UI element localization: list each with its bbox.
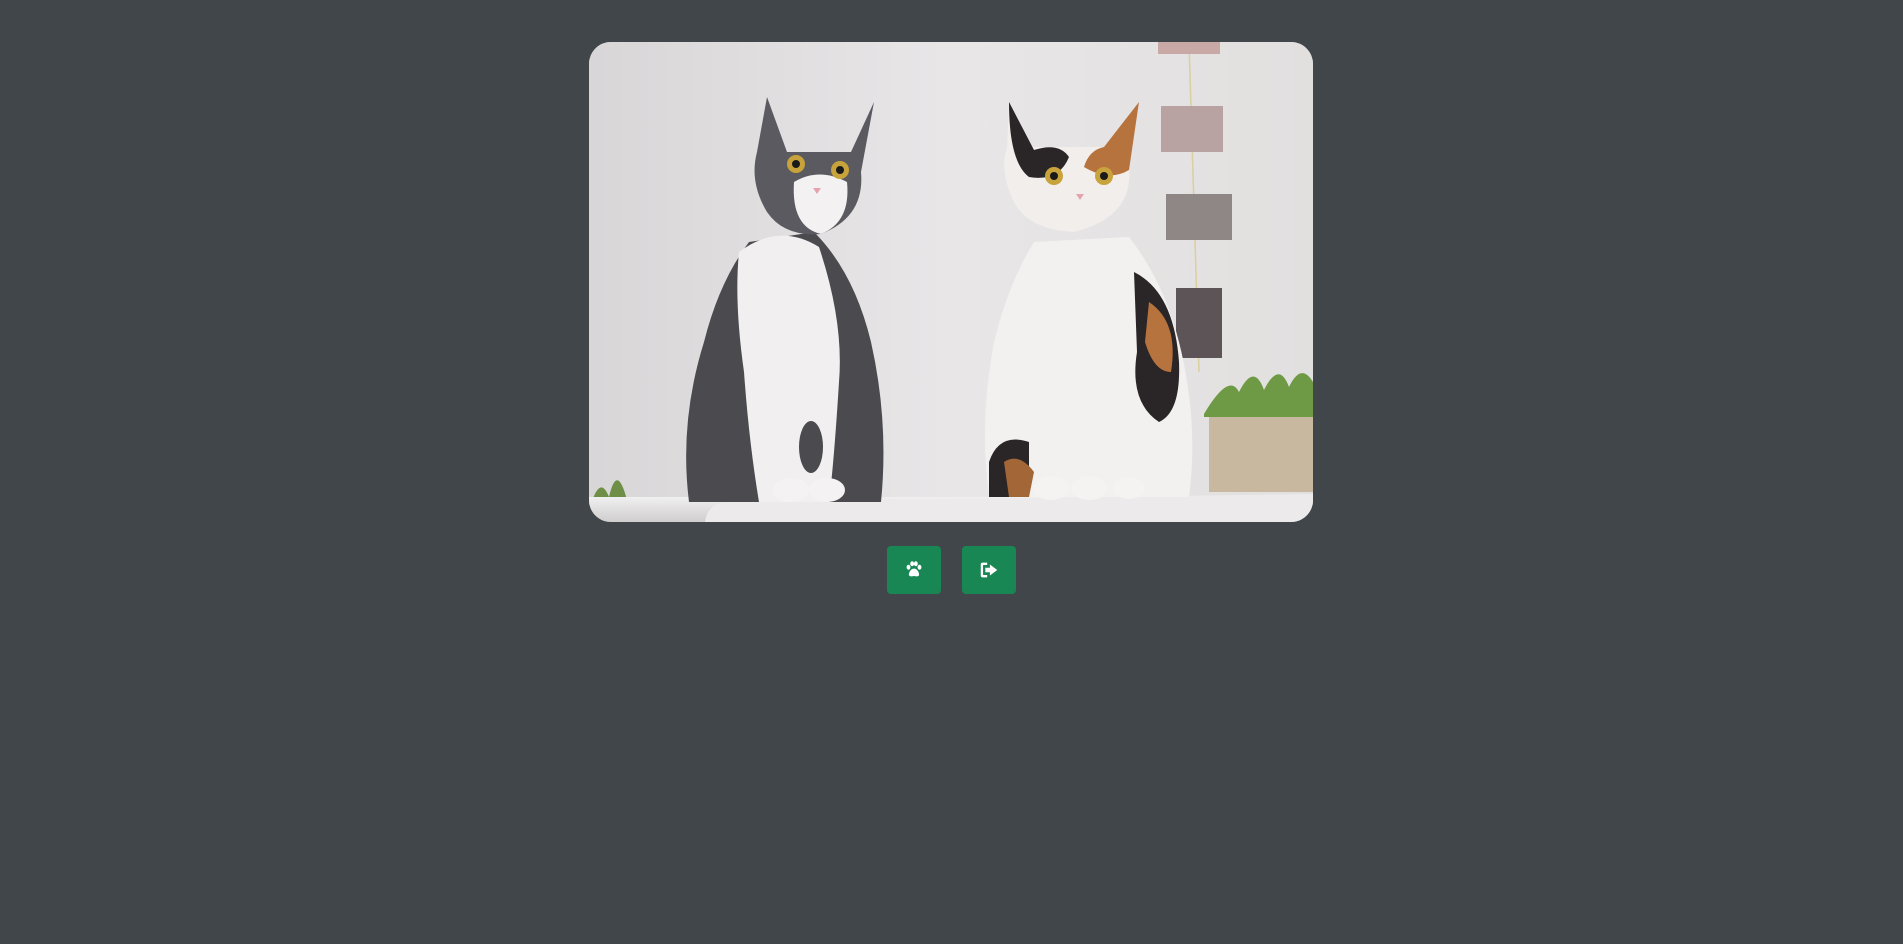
action-bar (887, 546, 1016, 594)
sign-out-button[interactable] (962, 546, 1016, 594)
paw-button[interactable] (887, 546, 941, 594)
page (0, 0, 1903, 944)
paw-icon (903, 559, 925, 581)
cat-photo-image (589, 42, 1313, 522)
cat-photo (589, 42, 1313, 522)
sign-out-icon (978, 559, 1000, 581)
